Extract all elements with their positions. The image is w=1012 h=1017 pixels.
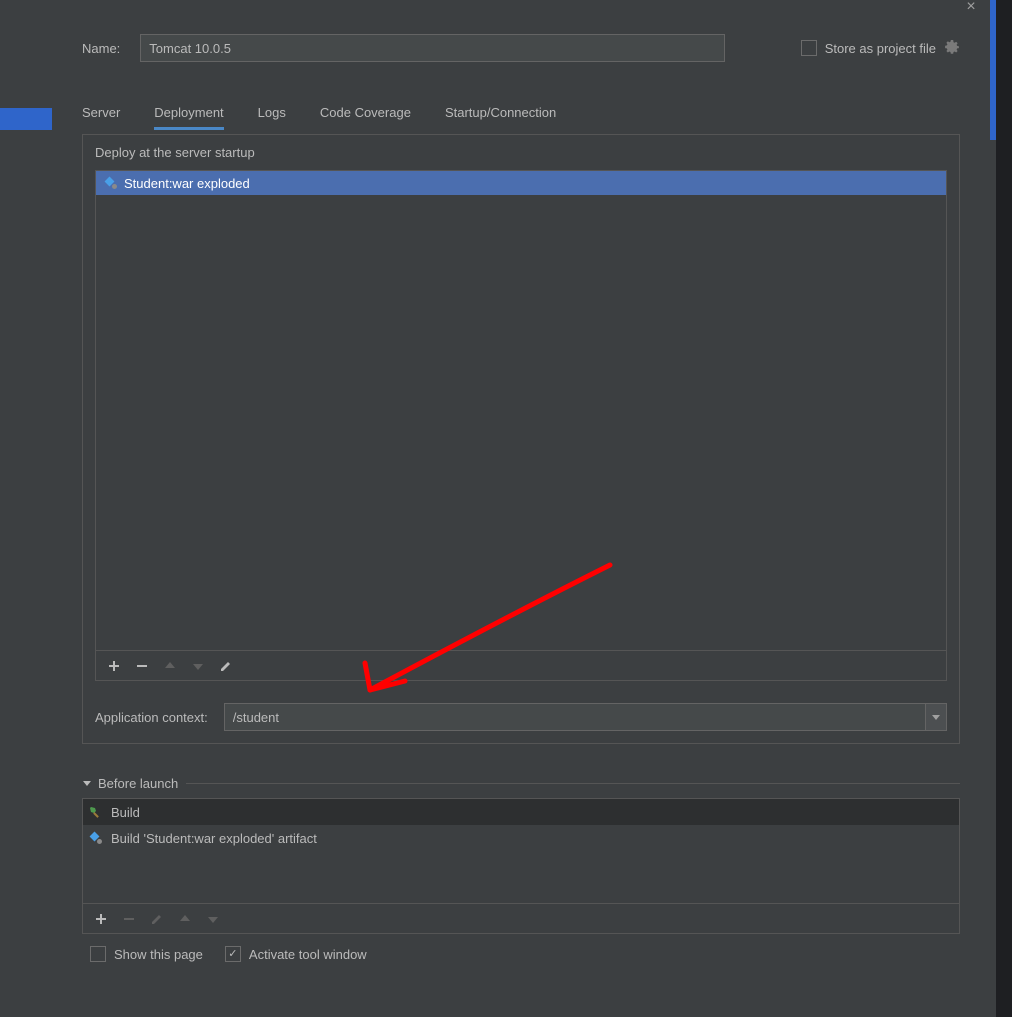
tab-code-coverage[interactable]: Code Coverage	[320, 98, 411, 130]
before-launch-collapse-icon[interactable]	[82, 776, 92, 791]
artifact-icon	[104, 176, 118, 190]
show-this-page-label: Show this page	[114, 947, 203, 962]
move-down-icon[interactable]	[201, 907, 225, 931]
activate-tool-window-label: Activate tool window	[249, 947, 367, 962]
store-as-project-file-label: Store as project file	[825, 41, 936, 56]
application-context-dropdown[interactable]	[925, 703, 947, 731]
name-label: Name:	[82, 41, 120, 56]
tab-server[interactable]: Server	[82, 98, 120, 130]
move-down-icon[interactable]	[186, 654, 210, 678]
hammer-icon	[89, 805, 103, 819]
artifact-icon	[89, 831, 103, 845]
before-launch-item-label: Build	[111, 805, 140, 820]
deploy-section-label: Deploy at the server startup	[95, 145, 947, 160]
artifact-toolbar	[95, 651, 947, 681]
application-context-label: Application context:	[95, 710, 208, 725]
tab-startup-connection[interactable]: Startup/Connection	[445, 98, 556, 130]
before-launch-title: Before launch	[98, 776, 178, 791]
name-input[interactable]	[140, 34, 725, 62]
edit-icon[interactable]	[145, 907, 169, 931]
before-launch-item[interactable]: Build 'Student:war exploded' artifact	[83, 825, 959, 851]
artifact-item[interactable]: Student:war exploded	[96, 171, 946, 195]
close-icon[interactable]: ×	[962, 0, 980, 16]
edit-icon[interactable]	[214, 654, 238, 678]
before-launch-item-label: Build 'Student:war exploded' artifact	[111, 831, 317, 846]
add-icon[interactable]	[102, 654, 126, 678]
tab-logs[interactable]: Logs	[258, 98, 286, 130]
add-icon[interactable]	[89, 907, 113, 931]
move-up-icon[interactable]	[173, 907, 197, 931]
activate-tool-window-checkbox[interactable]	[225, 946, 241, 962]
store-as-project-file-checkbox[interactable]	[801, 40, 817, 56]
before-launch-item[interactable]: Build	[83, 799, 959, 825]
remove-icon[interactable]	[117, 907, 141, 931]
move-up-icon[interactable]	[158, 654, 182, 678]
remove-icon[interactable]	[130, 654, 154, 678]
artifact-list[interactable]: Student:war exploded	[95, 170, 947, 651]
application-context-input[interactable]	[224, 703, 925, 731]
gear-icon[interactable]	[944, 39, 960, 58]
before-launch-list[interactable]: Build Build 'Student:war exploded' artif…	[83, 799, 959, 903]
artifact-item-label: Student:war exploded	[124, 176, 250, 191]
tab-deployment[interactable]: Deployment	[154, 98, 223, 130]
show-this-page-checkbox[interactable]	[90, 946, 106, 962]
